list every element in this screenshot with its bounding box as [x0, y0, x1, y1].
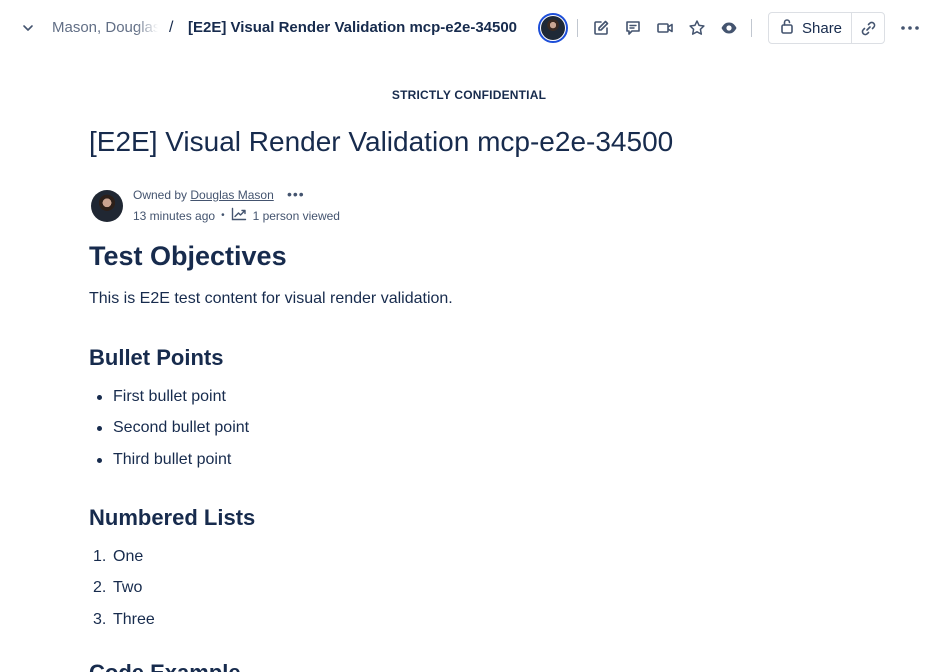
heading-code-example: Code Example — [89, 660, 241, 672]
breadcrumb-current-page[interactable]: [E2E] Visual Render Validation mcp-e2e-3… — [188, 19, 517, 37]
bullet-marker — [97, 426, 102, 432]
list-item: 2. Two — [93, 578, 155, 609]
heading-test-objectives: Test Objectives — [89, 241, 287, 271]
list-item-text: Three — [113, 610, 155, 628]
analytics-icon — [231, 207, 247, 224]
list-item: 3. Three — [93, 610, 155, 641]
byline-meta: 13 minutes ago • 1 person viewed — [133, 207, 340, 224]
share-label: Share — [802, 19, 843, 37]
chevron-down-icon[interactable] — [16, 16, 40, 40]
link-icon[interactable] — [852, 13, 884, 43]
last-updated[interactable]: 13 minutes ago — [133, 209, 215, 223]
star-icon[interactable] — [685, 16, 709, 40]
bullet-marker — [97, 395, 102, 400]
view-count[interactable]: 1 person viewed — [253, 209, 340, 223]
share-button[interactable]: Share — [769, 13, 853, 43]
breadcrumb-separator: / — [169, 19, 174, 36]
share-group: Share — [768, 12, 885, 44]
meta-separator: • — [221, 210, 225, 221]
heading-bullet-points: Bullet Points — [89, 345, 224, 370]
owner-link[interactable]: Douglas Mason — [190, 188, 273, 202]
list-item-text: Second bullet point — [113, 419, 250, 437]
more-icon[interactable] — [898, 16, 922, 40]
bullet-marker — [97, 457, 102, 463]
lock-icon — [780, 18, 794, 39]
byline: Owned by Douglas Mason ••• 13 minutes ag… — [89, 186, 489, 226]
list-item: Third bullet point — [97, 450, 249, 481]
number-marker: 3. — [93, 610, 107, 628]
divider — [577, 19, 578, 37]
breadcrumb-parent[interactable]: Mason, Douglas — [52, 19, 158, 37]
list-item: First bullet point — [97, 387, 249, 418]
numbered-list: 1. One 2. Two 3. Three — [93, 547, 155, 641]
watch-icon[interactable] — [717, 16, 741, 40]
byline-more-icon[interactable]: ••• — [287, 186, 305, 202]
paragraph: This is E2E test content for visual rend… — [89, 290, 453, 307]
divider — [751, 19, 752, 37]
owned-by-label: Owned by — [133, 188, 188, 202]
list-item-text: One — [113, 548, 144, 565]
avatar[interactable] — [91, 190, 123, 222]
number-marker: 2. — [93, 579, 107, 597]
top-bar: Mason, Douglas / [E2E] Visual Render Val… — [0, 0, 938, 56]
heading-numbered-lists: Numbered Lists — [89, 505, 256, 530]
owner-line: Owned by Douglas Mason — [133, 188, 274, 202]
list-item: Second bullet point — [97, 418, 250, 449]
number-marker: 1. — [93, 548, 107, 565]
list-item: 1. One — [93, 547, 155, 578]
video-icon[interactable] — [653, 16, 677, 40]
bullet-list: First bullet point Second bullet point T… — [97, 387, 250, 481]
list-item-text: First bullet point — [113, 388, 226, 405]
classification-label[interactable]: STRICTLY CONFIDENTIAL — [0, 88, 938, 102]
edit-icon[interactable] — [589, 16, 613, 40]
list-item-text: Third bullet point — [113, 450, 232, 468]
page-title: [E2E] Visual Render Validation mcp-e2e-3… — [89, 126, 674, 157]
avatar-image — [541, 16, 565, 40]
comment-icon[interactable] — [621, 16, 645, 40]
list-item-text: Two — [113, 579, 143, 597]
avatar[interactable] — [538, 13, 568, 43]
